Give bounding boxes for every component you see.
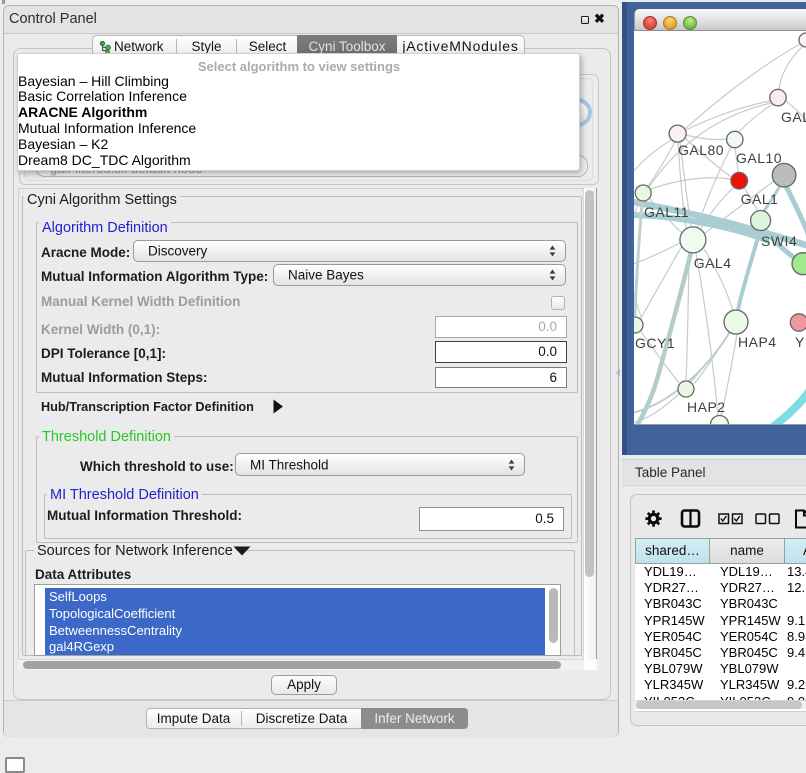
svg-text:GAL80: GAL80 xyxy=(678,142,724,158)
svg-text:GAL4: GAL4 xyxy=(694,255,732,271)
svg-text:GAL1: GAL1 xyxy=(741,191,779,207)
svg-text:GCY1: GCY1 xyxy=(635,335,675,351)
svg-text:GAL2: GAL2 xyxy=(781,109,806,125)
svg-text:HAP2: HAP2 xyxy=(687,399,726,415)
svg-text:GAL11: GAL11 xyxy=(644,204,689,220)
svg-text:GAL10: GAL10 xyxy=(736,150,782,166)
svg-text:YBR: YBR xyxy=(795,334,806,350)
svg-text:SWI4: SWI4 xyxy=(761,233,797,249)
svg-text:HAP4: HAP4 xyxy=(738,334,777,350)
